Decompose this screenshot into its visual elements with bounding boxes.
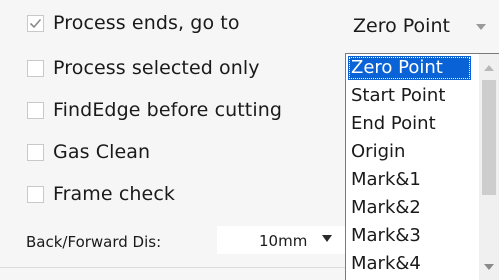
process-options-panel: Process ends, go to Process selected onl… <box>0 0 499 280</box>
frame-check-label: Frame check <box>53 183 175 205</box>
scroll-down-arrow-icon[interactable] <box>484 264 494 270</box>
chevron-down-icon <box>322 235 332 242</box>
process-ends-label: Process ends, go to <box>53 12 240 34</box>
option-process-selected-only[interactable]: Process selected only <box>27 55 260 81</box>
process-selected-only-checkbox[interactable] <box>27 59 44 77</box>
option-frame-check[interactable]: Frame check <box>27 181 175 207</box>
end-position-dropdown-list[interactable]: Zero Point Start Point End Point Origin … <box>345 53 499 280</box>
option-process-ends[interactable]: Process ends, go to <box>27 10 240 36</box>
scroll-up-arrow-icon[interactable] <box>484 65 494 71</box>
back-forward-dis-select[interactable]: 10mm <box>217 226 357 254</box>
checkmark-icon <box>29 18 42 28</box>
dropdown-option-start-point[interactable]: Start Point <box>348 84 445 108</box>
dropdown-option-origin[interactable]: Origin <box>348 140 405 164</box>
end-position-value: Zero Point <box>353 15 450 37</box>
end-position-combo[interactable]: Zero Point <box>349 8 499 42</box>
gas-clean-checkbox[interactable] <box>27 143 44 161</box>
dropdown-option-mark-1[interactable]: Mark&1 <box>348 168 421 192</box>
dropdown-option-mark-3[interactable]: Mark&3 <box>348 224 421 248</box>
chevron-down-icon <box>476 24 486 30</box>
dropdown-option-end-point[interactable]: End Point <box>348 112 436 136</box>
findedge-before-cutting-label: FindEdge before cutting <box>53 99 283 121</box>
gas-clean-label: Gas Clean <box>53 141 151 163</box>
dropdown-option-zero-point[interactable]: Zero Point <box>348 56 471 80</box>
process-ends-checkbox[interactable] <box>27 14 44 32</box>
divider <box>0 267 345 268</box>
back-forward-dis-label: Back/Forward Dis: <box>26 233 162 251</box>
option-gas-clean[interactable]: Gas Clean <box>27 139 150 165</box>
option-findedge-before-cutting[interactable]: FindEdge before cutting <box>27 97 282 123</box>
scrollbar-thumb[interactable] <box>482 80 496 195</box>
frame-check-checkbox[interactable] <box>27 185 44 203</box>
back-forward-dis-value: 10mm <box>259 232 308 250</box>
process-selected-only-label: Process selected only <box>53 57 260 79</box>
dropdown-option-mark-4[interactable]: Mark&4 <box>348 252 421 276</box>
findedge-before-cutting-checkbox[interactable] <box>27 101 44 119</box>
dropdown-scrollbar[interactable] <box>479 54 499 280</box>
dropdown-option-mark-2[interactable]: Mark&2 <box>348 196 421 220</box>
